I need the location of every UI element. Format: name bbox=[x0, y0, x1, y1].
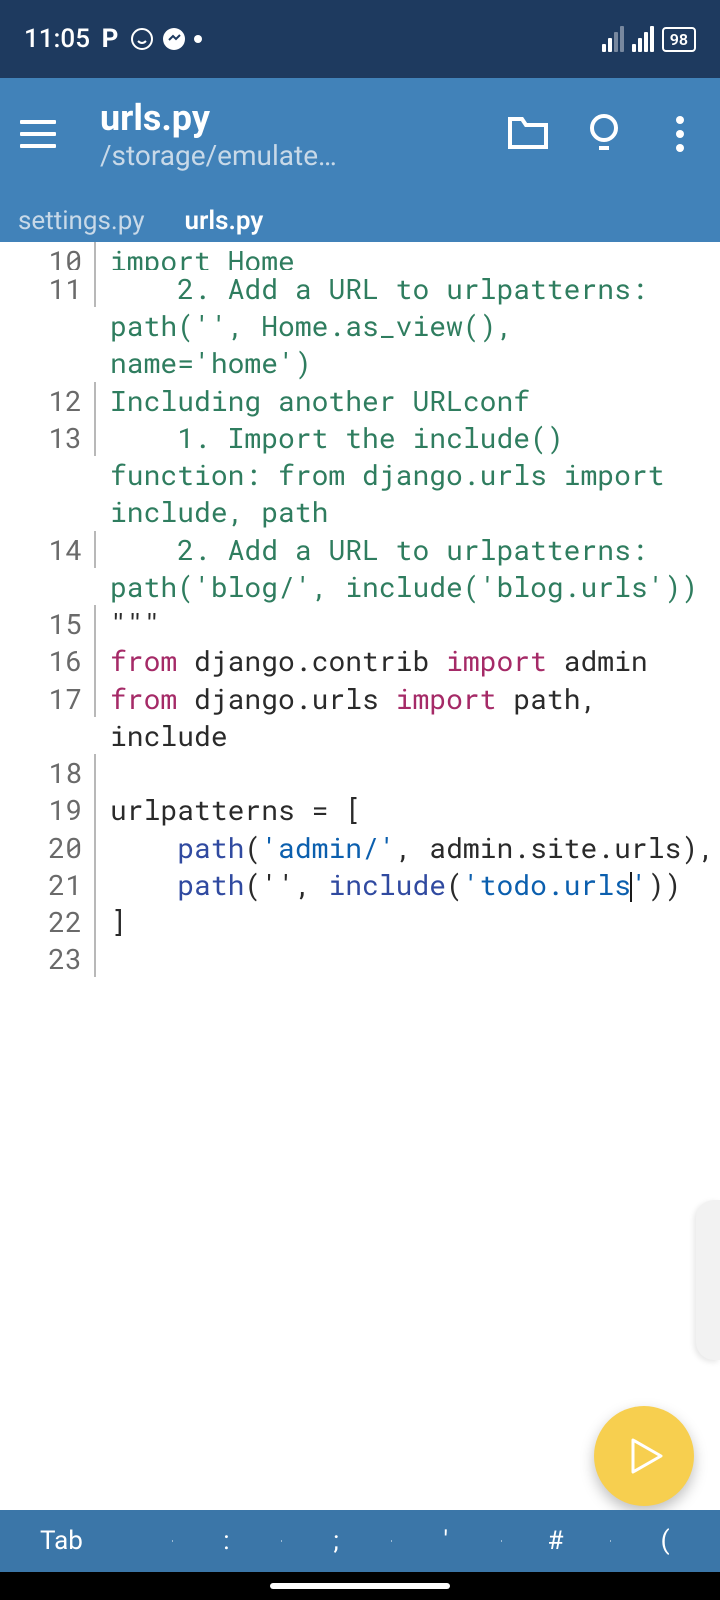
code-line[interactable]: 14 2. Add a URL to urlpatterns: path('bl… bbox=[0, 531, 720, 605]
code-line[interactable]: 18 bbox=[0, 754, 720, 791]
line-number: 10 bbox=[0, 242, 96, 270]
code-content[interactable]: urlpatterns = [ bbox=[96, 791, 720, 828]
more-notifications-dot bbox=[194, 35, 202, 43]
line-number: 18 bbox=[0, 754, 96, 791]
lightbulb-button[interactable] bbox=[584, 114, 624, 154]
app-bar: urls.py /storage/emulate… bbox=[0, 78, 720, 190]
status-time: 11:05 bbox=[24, 24, 90, 54]
line-number: 23 bbox=[0, 940, 96, 977]
code-editor[interactable]: 10import Home11 2. Add a URL to urlpatte… bbox=[0, 242, 720, 977]
line-number: 17 bbox=[0, 680, 96, 717]
status-bar: 11:05 P 98 bbox=[0, 0, 720, 78]
code-line[interactable]: 16from django.contrib import admin bbox=[0, 642, 720, 679]
messenger-icon bbox=[162, 27, 186, 51]
file-path: /storage/emulate… bbox=[100, 139, 508, 172]
code-line[interactable]: 19urlpatterns = [ bbox=[0, 791, 720, 828]
line-number: 22 bbox=[0, 903, 96, 940]
line-number: 16 bbox=[0, 642, 96, 679]
code-content[interactable]: from django.urls import path, include bbox=[96, 680, 720, 754]
code-content[interactable]: """ bbox=[96, 605, 720, 642]
code-line[interactable]: 13 1. Import the include() function: fro… bbox=[0, 419, 720, 531]
code-line[interactable]: 21 path('', include('todo.urls')) bbox=[0, 866, 720, 903]
status-left: 11:05 P bbox=[24, 24, 202, 54]
p-icon: P bbox=[98, 27, 122, 51]
line-number: 14 bbox=[0, 531, 96, 568]
signal-2-icon bbox=[632, 26, 654, 52]
title-block[interactable]: urls.py /storage/emulate… bbox=[100, 97, 508, 172]
code-line[interactable]: 12Including another URLconf bbox=[0, 382, 720, 419]
line-number: 20 bbox=[0, 829, 96, 866]
side-handle[interactable] bbox=[696, 1200, 720, 1360]
run-button[interactable] bbox=[594, 1406, 694, 1506]
code-content[interactable]: path('', include('todo.urls')) bbox=[96, 866, 720, 903]
kb-key-tab[interactable]: Tab bbox=[0, 1526, 172, 1556]
code-line[interactable]: 22] bbox=[0, 903, 720, 940]
kb-key-paren[interactable]: ( bbox=[610, 1526, 720, 1556]
code-content[interactable]: import Home bbox=[96, 242, 720, 270]
code-content[interactable]: 1. Import the include() function: from d… bbox=[96, 419, 720, 531]
code-content[interactable]: 2. Add a URL to urlpatterns: path('blog/… bbox=[96, 531, 720, 605]
code-line[interactable]: 23 bbox=[0, 940, 720, 977]
code-content[interactable]: 2. Add a URL to urlpatterns: path('', Ho… bbox=[96, 270, 720, 382]
overflow-button[interactable] bbox=[660, 114, 700, 154]
signal-1-icon bbox=[602, 26, 624, 52]
line-number: 13 bbox=[0, 419, 96, 456]
kb-key-hash[interactable]: # bbox=[501, 1526, 611, 1556]
file-title: urls.py bbox=[100, 97, 508, 139]
code-content[interactable]: Including another URLconf bbox=[96, 382, 720, 419]
code-line[interactable]: 20 path('admin/', admin.site.urls), bbox=[0, 829, 720, 866]
kb-key-semicolon[interactable]: ; bbox=[281, 1526, 391, 1556]
code-line[interactable]: 10import Home bbox=[0, 242, 720, 270]
kb-key-colon[interactable]: : bbox=[172, 1526, 282, 1556]
menu-button[interactable] bbox=[20, 120, 68, 148]
code-content[interactable]: path('admin/', admin.site.urls), bbox=[96, 829, 720, 866]
line-number: 15 bbox=[0, 605, 96, 642]
nav-bar[interactable] bbox=[0, 1572, 720, 1600]
line-number: 19 bbox=[0, 791, 96, 828]
line-number: 12 bbox=[0, 382, 96, 419]
line-number: 21 bbox=[0, 866, 96, 903]
folder-button[interactable] bbox=[508, 114, 548, 154]
code-line[interactable]: 11 2. Add a URL to urlpatterns: path('',… bbox=[0, 270, 720, 382]
code-line[interactable]: 15""" bbox=[0, 605, 720, 642]
line-number: 11 bbox=[0, 270, 96, 307]
whatsapp-icon bbox=[130, 27, 154, 51]
code-content[interactable]: ] bbox=[96, 903, 720, 940]
status-right: 98 bbox=[602, 26, 696, 52]
nav-handle[interactable] bbox=[270, 1583, 450, 1589]
kb-key-quote[interactable]: ' bbox=[391, 1526, 501, 1556]
battery-icon: 98 bbox=[662, 27, 696, 52]
code-line[interactable]: 17from django.urls import path, include bbox=[0, 680, 720, 754]
keyboard-accessory: Tab:;'#( bbox=[0, 1510, 720, 1572]
code-content[interactable]: from django.contrib import admin bbox=[96, 642, 720, 679]
